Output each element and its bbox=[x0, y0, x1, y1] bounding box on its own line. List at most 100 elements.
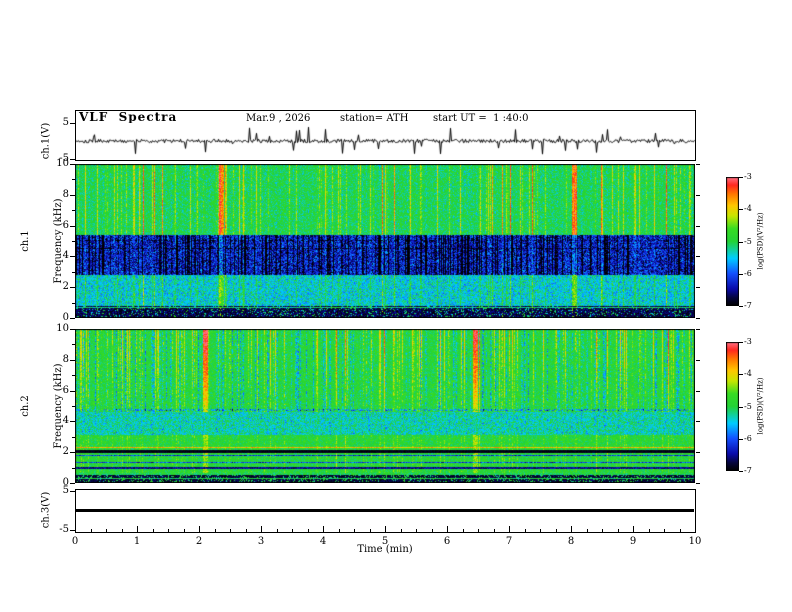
x-tick-label: 6 bbox=[443, 536, 451, 547]
x-tick-minor bbox=[416, 529, 417, 532]
x-tick bbox=[509, 526, 510, 532]
cb1-tick bbox=[739, 177, 743, 178]
cb1-tick-label: -4 bbox=[744, 204, 752, 213]
colorbar-ch2-canvas bbox=[726, 342, 739, 471]
ch2-spectrogram-canvas bbox=[75, 329, 695, 483]
x-tick bbox=[323, 526, 324, 532]
x-tick bbox=[695, 526, 696, 532]
spec2-ytick bbox=[70, 360, 75, 361]
x-tick-minor bbox=[277, 529, 278, 532]
x-tick-minor bbox=[587, 529, 588, 532]
x-tick bbox=[137, 526, 138, 532]
x-tick bbox=[385, 526, 386, 532]
spec1-ytick-minor bbox=[72, 241, 75, 242]
x-tick-minor bbox=[215, 529, 216, 532]
ch3-flat-signal-line bbox=[76, 509, 694, 512]
ch3_wave-ytick-label: -5 bbox=[59, 524, 69, 535]
cb2-tick bbox=[739, 374, 743, 375]
cb2-tick-label: -5 bbox=[744, 402, 752, 411]
spec2-ytick-right bbox=[696, 360, 700, 361]
x-tick bbox=[571, 526, 572, 532]
x-tick-minor bbox=[308, 529, 309, 532]
x-tick-minor bbox=[525, 529, 526, 532]
x-tick-minor bbox=[339, 529, 340, 532]
cb2-tick-label: -3 bbox=[744, 337, 752, 346]
colorbar-ch1-label: log(PSD)(V²/Hz) bbox=[756, 212, 765, 270]
spec2-ytick-label: 2 bbox=[62, 446, 69, 457]
x-tick-label: 4 bbox=[319, 536, 327, 547]
spec1-ytick-right bbox=[696, 195, 700, 196]
cb2-tick bbox=[739, 407, 743, 408]
spec1-ytick-right bbox=[696, 226, 700, 227]
x-tick-minor bbox=[401, 529, 402, 532]
spec2-ytick-label: 4 bbox=[62, 415, 69, 426]
wave1-frame-left bbox=[75, 110, 76, 161]
x-tick-minor bbox=[556, 529, 557, 532]
x-tick-label: 8 bbox=[567, 536, 575, 547]
spec1-ytick bbox=[70, 318, 75, 319]
x-tick-minor bbox=[463, 529, 464, 532]
wave1-frame-right bbox=[695, 110, 696, 161]
spec1-ytick-minor bbox=[72, 272, 75, 273]
wave1-frame-top bbox=[75, 110, 695, 111]
x-tick bbox=[199, 526, 200, 532]
ch1_wave-ytick bbox=[70, 123, 75, 124]
spec2-ytick-label: 0 bbox=[62, 477, 69, 488]
ch1-spectrogram-canvas bbox=[75, 164, 695, 318]
spec2-ytick-minor bbox=[72, 375, 75, 376]
ch1-waveform-canvas bbox=[75, 123, 695, 159]
spec1-ytick-right bbox=[696, 164, 700, 165]
x-tick-minor bbox=[292, 529, 293, 532]
x-tick-minor bbox=[354, 529, 355, 532]
spec2-ytick-right bbox=[696, 421, 700, 422]
spec1-ytick bbox=[70, 226, 75, 227]
spec2-ytick-minor bbox=[72, 437, 75, 438]
spec1-ytick bbox=[70, 195, 75, 196]
spec2-ytick bbox=[70, 452, 75, 453]
cb1-tick-label: -7 bbox=[744, 301, 752, 310]
x-tick-label: 2 bbox=[195, 536, 203, 547]
spec2-ytick-right bbox=[696, 483, 700, 484]
spec1-ytick-label: 6 bbox=[62, 220, 69, 231]
colorbar-ch1-canvas bbox=[726, 177, 739, 306]
spec2-ytick bbox=[70, 391, 75, 392]
spec1-ytick bbox=[70, 287, 75, 288]
x-tick-minor bbox=[494, 529, 495, 532]
spec2-ytick-minor bbox=[72, 468, 75, 469]
spec2-ytick-right bbox=[696, 452, 700, 453]
x-tick-minor bbox=[230, 529, 231, 532]
x-tick-minor bbox=[618, 529, 619, 532]
spec2-ytick-right bbox=[696, 391, 700, 392]
spec2-ytick-label: 10 bbox=[56, 323, 69, 334]
ch1-voltage-axis-label: ch.1(V) bbox=[40, 122, 52, 160]
figure-title: VLF Spectra bbox=[79, 110, 178, 124]
spec1-ytick bbox=[70, 256, 75, 257]
x-tick-minor bbox=[106, 529, 107, 532]
x-tick-minor bbox=[246, 529, 247, 532]
x-tick bbox=[261, 526, 262, 532]
x-tick-label: 7 bbox=[505, 536, 513, 547]
ch2-frequency-label-line2: Frequency (kHz) bbox=[53, 363, 64, 449]
x-tick-minor bbox=[370, 529, 371, 532]
spec2-ytick-minor bbox=[72, 406, 75, 407]
x-tick-minor bbox=[122, 529, 123, 532]
x-tick-minor bbox=[478, 529, 479, 532]
spec2-ytick-label: 8 bbox=[62, 354, 69, 365]
x-tick bbox=[633, 526, 634, 532]
cb2-tick-label: -4 bbox=[744, 369, 752, 378]
x-tick-minor bbox=[184, 529, 185, 532]
x-tick-label: 1 bbox=[133, 536, 141, 547]
x-tick-minor bbox=[153, 529, 154, 532]
cb2-tick bbox=[739, 342, 743, 343]
x-tick-label: 9 bbox=[629, 536, 637, 547]
ch1_wave-ytick bbox=[70, 159, 75, 160]
cb1-tick-label: -3 bbox=[744, 172, 752, 181]
x-tick-minor bbox=[168, 529, 169, 532]
spec1-ytick-minor bbox=[72, 179, 75, 180]
x-tick-label: 0 bbox=[71, 536, 79, 547]
cb1-tick-label: -6 bbox=[744, 269, 752, 278]
spec2-ytick bbox=[70, 483, 75, 484]
cb1-tick-label: -5 bbox=[744, 237, 752, 246]
ch1_wave-ytick-label: 5 bbox=[62, 117, 69, 128]
cb2-tick bbox=[739, 471, 743, 472]
